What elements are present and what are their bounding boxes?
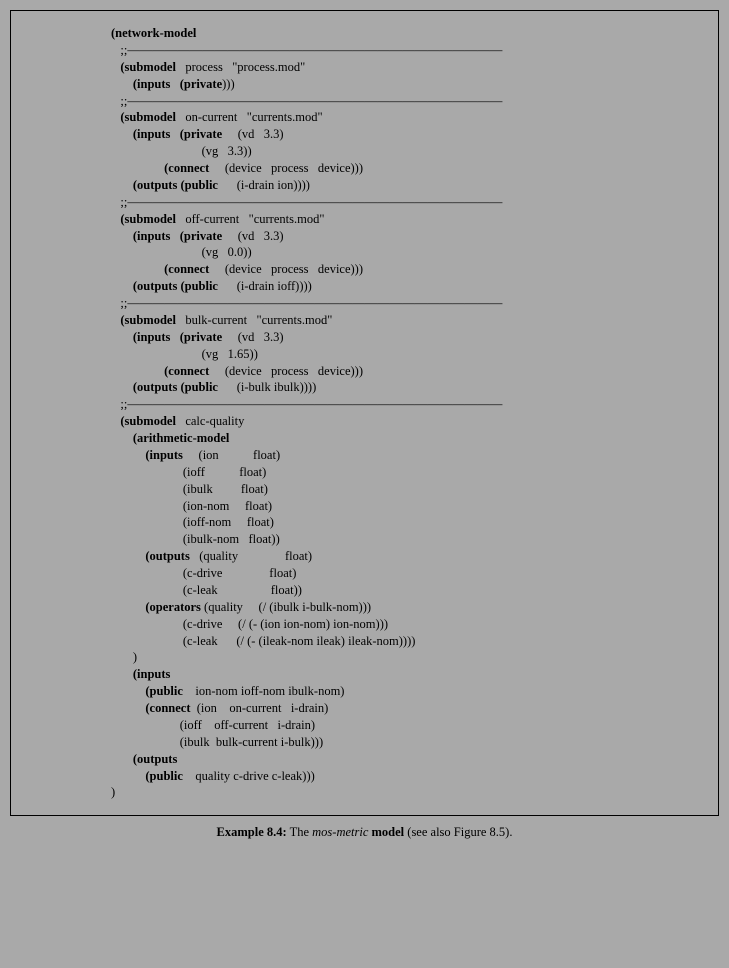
- code-line: (inputs: [111, 667, 170, 681]
- code-line: (c-leak float)): [111, 583, 302, 597]
- code-line: (outputs (public (i-drain ioff)))): [111, 279, 312, 293]
- code-line: (submodel bulk-current "currents.mod": [111, 313, 332, 327]
- caption-emph: mos-metric: [312, 825, 368, 839]
- code-line: (vg 3.3)): [111, 144, 252, 158]
- code-line: (inputs (private (vd 3.3): [111, 229, 284, 243]
- code-line: (outputs (public (i-bulk ibulk)))): [111, 380, 316, 394]
- code-listing: (network-model ;;———————————————————————…: [111, 25, 708, 801]
- code-line: (connect (device process device))): [111, 161, 363, 175]
- code-line: ;;——————————————————————————————: [111, 296, 502, 310]
- code-line: ): [111, 650, 137, 664]
- code-line: (outputs (public (i-drain ion)))): [111, 178, 310, 192]
- caption-text-pre: The: [287, 825, 312, 839]
- code-line: (inputs (private))): [111, 77, 235, 91]
- code-line: (ioff off-current i-drain): [111, 718, 315, 732]
- code-line: (inputs (ion float): [111, 448, 280, 462]
- code-line: (submodel process "process.mod": [111, 60, 305, 74]
- caption-label: Example 8.4:: [217, 825, 287, 839]
- code-line: (public ion-nom ioff-nom ibulk-nom): [111, 684, 344, 698]
- code-line: (c-leak (/ (- (ileak-nom ileak) ileak-no…: [111, 634, 415, 648]
- code-line: (connect (ion on-current i-drain): [111, 701, 328, 715]
- code-line: (vg 1.65)): [111, 347, 258, 361]
- code-line: (ioff float): [111, 465, 266, 479]
- page: (network-model ;;———————————————————————…: [0, 0, 729, 851]
- code-line: (c-drive (/ (- (ion ion-nom) ion-nom))): [111, 617, 388, 631]
- code-line: ;;——————————————————————————————: [111, 397, 502, 411]
- code-line: ;;——————————————————————————————: [111, 94, 502, 108]
- code-line: (inputs (private (vd 3.3): [111, 127, 284, 141]
- code-line: (ibulk bulk-current i-bulk))): [111, 735, 323, 749]
- code-line: (connect (device process device))): [111, 364, 363, 378]
- code-line: (outputs (quality float): [111, 549, 312, 563]
- code-line: (vg 0.0)): [111, 245, 252, 259]
- figure-caption: Example 8.4: The mos-metric model (see a…: [10, 824, 719, 841]
- caption-bold2: model: [372, 825, 405, 839]
- code-listing-box: (network-model ;;———————————————————————…: [10, 10, 719, 816]
- code-line: (connect (device process device))): [111, 262, 363, 276]
- code-line: (network-model: [111, 26, 196, 40]
- code-line: (submodel on-current "currents.mod": [111, 110, 323, 124]
- code-line: (inputs (private (vd 3.3): [111, 330, 284, 344]
- code-line: (outputs: [111, 752, 177, 766]
- code-line: (arithmetic-model: [111, 431, 229, 445]
- caption-text-post: (see also Figure 8.5).: [404, 825, 512, 839]
- code-line: (operators (quality (/ (ibulk i-bulk-nom…: [111, 600, 371, 614]
- code-line: (ibulk-nom float)): [111, 532, 280, 546]
- code-line: (public quality c-drive c-leak))): [111, 769, 315, 783]
- code-line: (ibulk float): [111, 482, 268, 496]
- code-line: (c-drive float): [111, 566, 296, 580]
- code-line: (submodel calc-quality: [111, 414, 244, 428]
- code-line: ): [111, 785, 115, 799]
- code-line: (ion-nom float): [111, 499, 272, 513]
- code-line: (ioff-nom float): [111, 515, 274, 529]
- code-line: ;;——————————————————————————————: [111, 43, 502, 57]
- code-line: (submodel off-current "currents.mod": [111, 212, 324, 226]
- code-line: ;;——————————————————————————————: [111, 195, 502, 209]
